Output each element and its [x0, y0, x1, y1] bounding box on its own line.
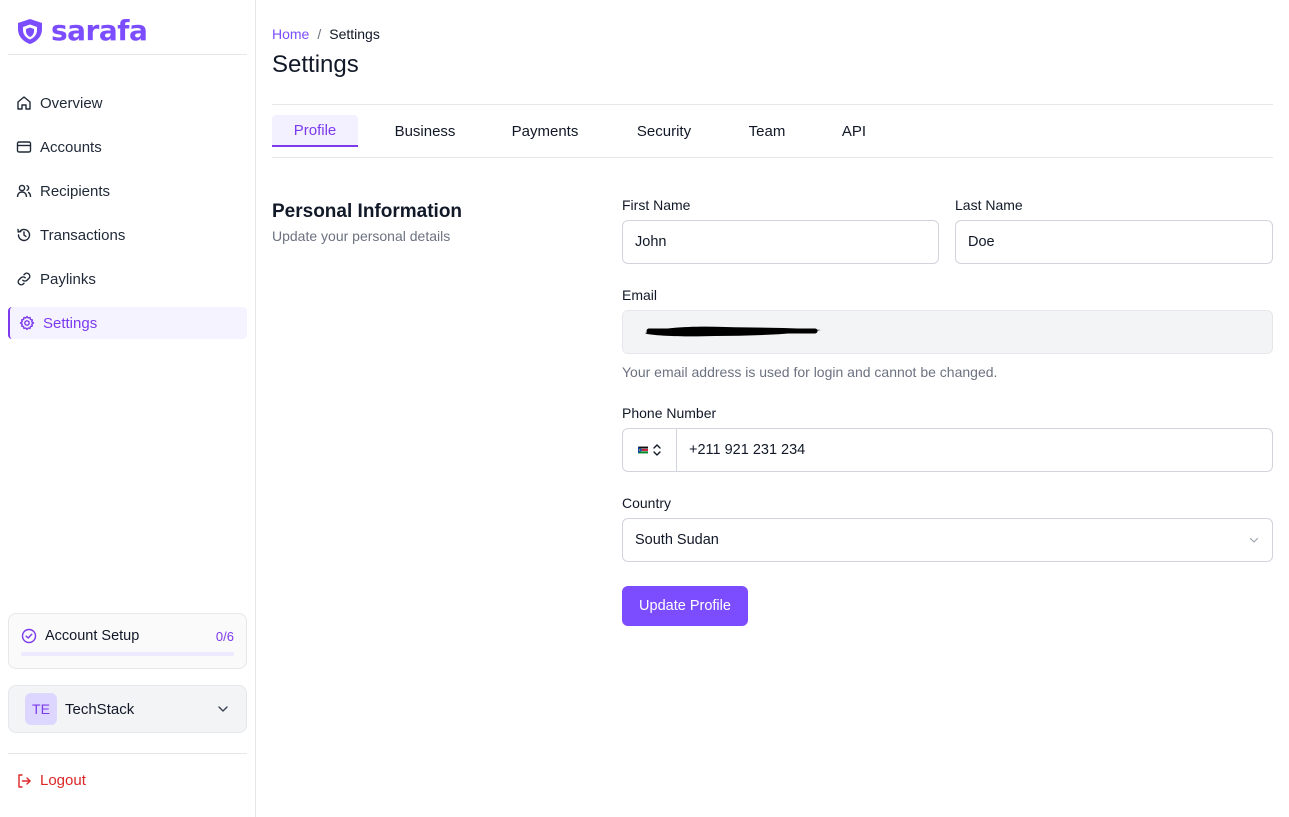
home-icon [17, 96, 31, 110]
users-icon [16, 184, 32, 198]
sidebar-item-label: Recipients [40, 182, 111, 200]
last-name-field[interactable]: Doe [955, 220, 1273, 264]
south-sudan-flag-icon [637, 446, 648, 454]
redaction-scribble [645, 326, 821, 337]
sidebar-item-overview[interactable]: Overview [8, 87, 247, 119]
chevron-down-icon [1249, 537, 1259, 543]
logout-label: Logout [40, 772, 86, 789]
account-setup-label: Account Setup [45, 628, 140, 644]
settings-tabs: Profile Business Payments Security Team … [272, 115, 904, 147]
sidebar-item-label: Settings [43, 314, 98, 332]
tab-payments[interactable]: Payments [492, 115, 598, 147]
tab-profile[interactable]: Profile [272, 115, 358, 147]
first-name-field[interactable]: John [622, 220, 939, 264]
sidebar-item-label: Overview [40, 94, 103, 112]
brand-name: sarafa [51, 14, 148, 47]
update-profile-button[interactable]: Update Profile [622, 586, 748, 626]
chevron-down-icon [218, 706, 228, 712]
section-description: Update your personal details [272, 228, 451, 244]
phone-label: Phone Number [622, 405, 717, 421]
email-hint: Your email address is used for login and… [622, 364, 998, 380]
tab-api[interactable]: API [804, 115, 904, 147]
breadcrumb-current: Settings [329, 26, 380, 42]
tab-business[interactable]: Business [358, 115, 492, 147]
last-name-label: Last Name [955, 197, 1023, 213]
breadcrumb-separator: / [317, 26, 322, 42]
account-setup-count: 0/6 [215, 628, 234, 644]
divider [272, 157, 1273, 158]
card-icon [16, 141, 32, 153]
sarafa-logo-icon [18, 19, 42, 44]
breadcrumb-home-link[interactable]: Home [272, 26, 309, 42]
first-name-label: First Name [622, 197, 691, 213]
section-title: Personal Information [272, 201, 463, 222]
phone-number-field: +211 921 231 234 [622, 428, 1273, 472]
gear-icon [19, 315, 35, 331]
brand-logo[interactable]: sarafa [15, 14, 148, 48]
email-label: Email [622, 287, 658, 303]
organization-switcher[interactable]: TE TechStack [8, 685, 247, 733]
sidebar-item-transactions[interactable]: Transactions [8, 219, 247, 251]
account-setup-header: Account Setup 0/6 [21, 628, 234, 644]
check-circle-icon [21, 628, 37, 644]
sidebar-item-label: Accounts [40, 138, 102, 156]
sidebar-nav: Overview Accounts Recipients Transaction… [8, 87, 247, 351]
sidebar-item-label: Transactions [40, 226, 126, 244]
link-icon [17, 272, 31, 286]
logout-icon [18, 773, 31, 788]
divider [272, 104, 1273, 105]
country-select[interactable]: South Sudan [622, 518, 1273, 562]
sidebar-item-recipients[interactable]: Recipients [8, 175, 247, 207]
page-title: Settings [272, 51, 359, 78]
phone-number-input[interactable]: +211 921 231 234 [677, 429, 805, 471]
divider [8, 54, 247, 55]
logout-button[interactable]: Logout [16, 772, 86, 789]
country-code-select[interactable] [623, 429, 677, 471]
sidebar-item-label: Paylinks [40, 270, 96, 288]
account-setup-card[interactable]: Account Setup 0/6 [8, 613, 247, 669]
tab-team[interactable]: Team [730, 115, 804, 147]
sidebar-item-settings[interactable]: Settings [8, 307, 247, 339]
email-field [622, 310, 1273, 354]
sidebar: sarafa Overview Accounts Recipients Tran… [0, 0, 256, 817]
sidebar-item-accounts[interactable]: Accounts [8, 131, 247, 163]
org-name: TechStack [65, 700, 135, 718]
divider [8, 753, 247, 754]
history-icon [17, 228, 31, 242]
chevron-up-down-icon [652, 444, 661, 456]
org-avatar: TE [25, 693, 57, 725]
account-setup-progress [21, 652, 234, 656]
country-label: Country [622, 495, 672, 511]
sidebar-item-paylinks[interactable]: Paylinks [8, 263, 247, 295]
breadcrumb: Home / Settings [272, 26, 380, 42]
tab-security[interactable]: Security [598, 115, 730, 147]
country-selected-value: South Sudan [635, 532, 719, 548]
